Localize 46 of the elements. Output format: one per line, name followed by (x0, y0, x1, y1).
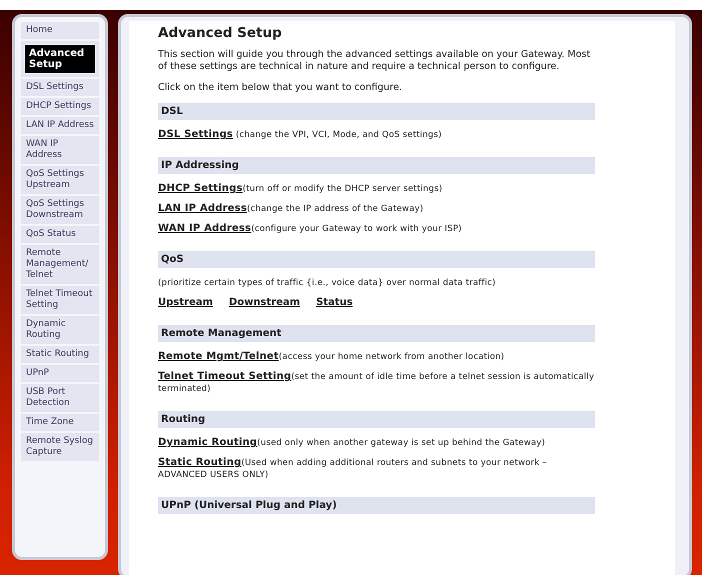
settings-entry: DHCP Settings(turn off or modify the DHCP server settings) (158, 183, 444, 196)
settings-entry: Static Routing(Used when adding additional routers and subnets to your network – ADVANCED USERS ONLY) (158, 457, 548, 482)
sidebar-item[interactable]: Remote Management/ Telnet (21, 245, 99, 284)
settings-link[interactable]: Status (316, 297, 353, 310)
settings-link[interactable]: WAN IP Address (158, 223, 252, 234)
section-header: UPnP (Universal Plug and Play) (158, 497, 595, 514)
section-header: Routing (158, 411, 595, 428)
sidebar-item[interactable]: QoS Settings Downstream (21, 196, 99, 224)
section-header: QoS (158, 251, 595, 268)
settings-link[interactable]: Telnet Timeout Setting (158, 371, 292, 382)
sidebar-item[interactable]: Time Zone (21, 414, 99, 431)
section-description: (prioritize certain types of traffic {i.e., voice data} over normal data traffic) (158, 277, 497, 290)
settings-entry: Dynamic Routing(used only when another gateway is set up behind the Gateway) (158, 437, 546, 450)
settings-link[interactable]: DSL Settings (158, 129, 233, 140)
sidebar-item[interactable]: Advanced Setup (21, 41, 99, 77)
settings-entry: WAN IP Address(configure your Gateway to work with your ISP) (158, 223, 463, 236)
intro-text: This section will guide you through the advanced settings available on your Gateway. Most of these settings are technical in nature and require a technical person to configure. (158, 49, 592, 74)
sidebar-item[interactable]: LAN IP Address (21, 117, 99, 134)
sidebar-item[interactable]: Telnet Timeout Setting (21, 286, 99, 314)
sidebar-item[interactable]: Remote Syslog Capture (21, 433, 99, 461)
settings-entry: DSL Settings (change the VPI, VCI, Mode, and QoS settings) (158, 129, 443, 142)
intro-text: Click on the item below that you want to configure. (158, 82, 404, 94)
sidebar-item[interactable]: DHCP Settings (21, 98, 99, 115)
sidebar-item[interactable]: Home (21, 22, 99, 39)
sidebar-item[interactable]: UPnP (21, 365, 99, 382)
settings-link[interactable]: Upstream (158, 297, 213, 310)
settings-entry: Remote Mgmt/Telnet(access your home network from another location) (158, 351, 506, 364)
section-header: Remote Management (158, 325, 595, 342)
section-header: DSL (158, 103, 595, 120)
settings-link[interactable]: Static Routing (158, 457, 242, 468)
sidebar-item[interactable]: USB Port Detection (21, 384, 99, 412)
sidebar-item[interactable]: DSL Settings (21, 79, 99, 96)
sidebar-item[interactable]: Static Routing (21, 346, 99, 363)
sidebar-item[interactable]: QoS Settings Upstream (21, 166, 99, 194)
settings-link[interactable]: DHCP Settings (158, 183, 243, 194)
settings-link[interactable]: Remote Mgmt/Telnet (158, 351, 279, 362)
section-header: IP Addressing (158, 157, 595, 174)
settings-link[interactable]: LAN IP Address (158, 203, 247, 214)
sidebar-item[interactable]: WAN IP Address (21, 136, 99, 164)
settings-link[interactable]: Dynamic Routing (158, 437, 258, 448)
sidebar-item[interactable]: QoS Status (21, 226, 99, 243)
settings-entry: LAN IP Address(change the IP address of the Gateway) (158, 203, 424, 216)
settings-entry: Telnet Timeout Setting(set the amount of idle time before a telnet session is automatically terminated) (158, 371, 595, 396)
settings-link[interactable]: Downstream (228, 297, 300, 310)
sidebar-item[interactable]: Dynamic Routing (21, 316, 99, 344)
page-title: Advanced Setup (158, 25, 283, 42)
